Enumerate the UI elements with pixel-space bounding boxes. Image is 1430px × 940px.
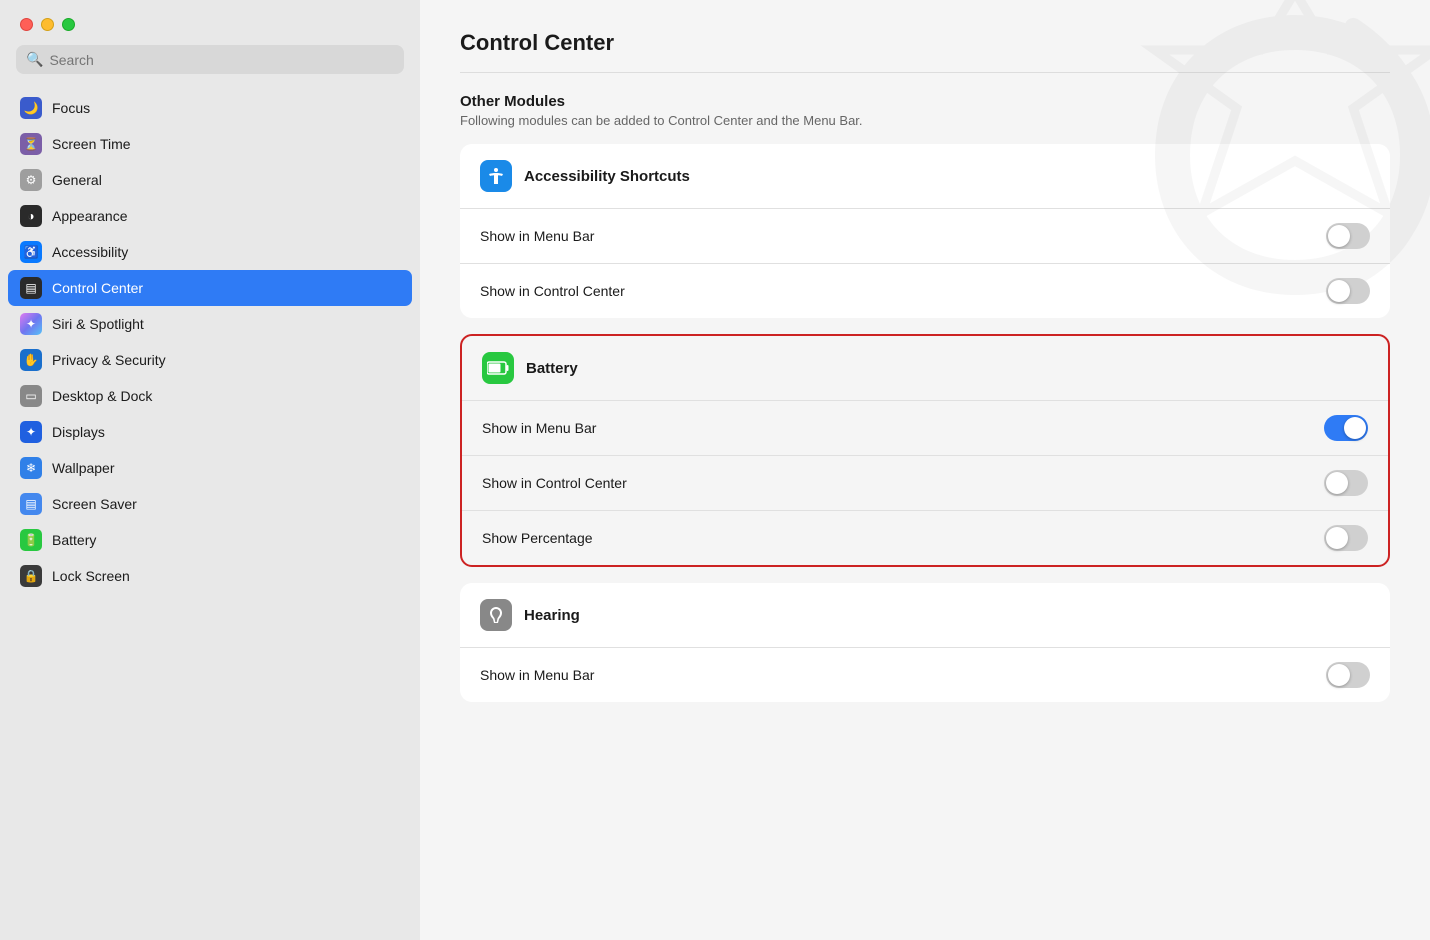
toggle-acc-menu-bar[interactable] (1326, 223, 1370, 249)
page-title: Control Center (460, 30, 1390, 73)
sidebar-item-label-desktop-dock: Desktop & Dock (52, 388, 152, 404)
toggle-bat-menu-bar[interactable] (1324, 415, 1368, 441)
toggle-knob-acc-menu-bar (1328, 225, 1350, 247)
sidebar-item-label-privacy-security: Privacy & Security (52, 352, 166, 368)
sidebar-item-privacy-security[interactable]: ✋ Privacy & Security (8, 342, 412, 378)
other-modules-header: Other Modules Following modules can be a… (460, 93, 1390, 128)
other-modules-title: Other Modules (460, 93, 1390, 110)
sidebar-item-wallpaper[interactable]: ❄ Wallpaper (8, 450, 412, 486)
module-accessibility-shortcuts: Accessibility Shortcuts Show in Menu Bar S… (460, 144, 1390, 318)
module-row-label-acc-menu-bar: Show in Menu Bar (480, 228, 594, 244)
module-row-acc-menu-bar: Show in Menu Bar (460, 208, 1390, 263)
sidebar-item-battery[interactable]: 🔋 Battery (8, 522, 412, 558)
sidebar-item-lock-screen[interactable]: 🔒 Lock Screen (8, 558, 412, 594)
module-row-bat-menu-bar: Show in Menu Bar (462, 400, 1388, 455)
hearing-module-icon (480, 599, 512, 631)
sidebar-item-label-screen-time: Screen Time (52, 136, 131, 152)
accessibility-icon: ♿ (20, 241, 42, 263)
toggle-bat-control-center[interactable] (1324, 470, 1368, 496)
module-title-battery: Battery (526, 360, 578, 377)
module-row-bat-percentage: Show Percentage (462, 510, 1388, 565)
main-content: Control Center Other Modules Following m… (420, 0, 1430, 940)
module-row-label-bat-percentage: Show Percentage (482, 530, 593, 546)
sidebar: 🔍 🌙 Focus ⏳ Screen Time ⚙ General ◑ Appearance ♿… (0, 0, 420, 940)
sidebar-list: 🌙 Focus ⏳ Screen Time ⚙ General ◑ Appearance ♿ Ac… (0, 86, 420, 940)
sidebar-item-appearance[interactable]: ◑ Appearance (8, 198, 412, 234)
toggle-bat-percentage[interactable] (1324, 525, 1368, 551)
toggle-knob-hear-menu-bar (1328, 664, 1350, 686)
toggle-hear-menu-bar[interactable] (1326, 662, 1370, 688)
toggle-acc-control-center[interactable] (1326, 278, 1370, 304)
module-title-accessibility-shortcuts: Accessibility Shortcuts (524, 168, 690, 185)
sidebar-item-label-screen-saver: Screen Saver (52, 496, 137, 512)
search-bar[interactable]: 🔍 (16, 45, 404, 74)
module-row-bat-control-center: Show in Control Center (462, 455, 1388, 510)
module-row-label-bat-control-center: Show in Control Center (482, 475, 627, 491)
sidebar-item-label-siri-spotlight: Siri & Spotlight (52, 316, 144, 332)
sidebar-item-control-center[interactable]: ▤ Control Center (8, 270, 412, 306)
sidebar-item-label-control-center: Control Center (52, 280, 143, 296)
sidebar-item-label-lock-screen: Lock Screen (52, 568, 130, 584)
battery-icon: 🔋 (20, 529, 42, 551)
maximize-button[interactable] (62, 18, 75, 31)
sidebar-item-label-displays: Displays (52, 424, 105, 440)
sidebar-item-label-focus: Focus (52, 100, 90, 116)
sidebar-item-screen-saver[interactable]: ▤ Screen Saver (8, 486, 412, 522)
control-center-icon: ▤ (20, 277, 42, 299)
minimize-button[interactable] (41, 18, 54, 31)
module-title-hearing: Hearing (524, 607, 580, 624)
search-input[interactable] (49, 52, 394, 68)
sidebar-item-focus[interactable]: 🌙 Focus (8, 90, 412, 126)
battery-module-icon (482, 352, 514, 384)
screen-saver-icon: ▤ (20, 493, 42, 515)
module-row-acc-control-center: Show in Control Center (460, 263, 1390, 318)
module-row-label-bat-menu-bar: Show in Menu Bar (482, 420, 596, 436)
sidebar-item-label-appearance: Appearance (52, 208, 128, 224)
modules-container: Accessibility Shortcuts Show in Menu Bar S… (460, 144, 1390, 702)
lock-screen-icon: 🔒 (20, 565, 42, 587)
window-controls (0, 0, 420, 45)
screen-time-icon: ⏳ (20, 133, 42, 155)
sidebar-item-siri-spotlight[interactable]: ✦ Siri & Spotlight (8, 306, 412, 342)
toggle-knob-bat-control-center (1326, 472, 1348, 494)
sidebar-item-label-wallpaper: Wallpaper (52, 460, 115, 476)
privacy-security-icon: ✋ (20, 349, 42, 371)
accessibility-shortcuts-module-icon (480, 160, 512, 192)
module-row-label-acc-control-center: Show in Control Center (480, 283, 625, 299)
module-row-hear-menu-bar: Show in Menu Bar (460, 647, 1390, 702)
appearance-icon: ◑ (20, 205, 42, 227)
module-header-battery: Battery (462, 336, 1388, 400)
close-button[interactable] (20, 18, 33, 31)
sidebar-item-label-battery: Battery (52, 532, 96, 548)
sidebar-item-accessibility[interactable]: ♿ Accessibility (8, 234, 412, 270)
sidebar-item-desktop-dock[interactable]: ▭ Desktop & Dock (8, 378, 412, 414)
module-hearing: Hearing Show in Menu Bar (460, 583, 1390, 702)
siri-spotlight-icon: ✦ (20, 313, 42, 335)
desktop-dock-icon: ▭ (20, 385, 42, 407)
module-row-label-hear-menu-bar: Show in Menu Bar (480, 667, 594, 683)
focus-icon: 🌙 (20, 97, 42, 119)
other-modules-subtitle: Following modules can be added to Contro… (460, 113, 1390, 128)
displays-icon: ✦ (20, 421, 42, 443)
sidebar-item-label-accessibility: Accessibility (52, 244, 128, 260)
sidebar-item-screen-time[interactable]: ⏳ Screen Time (8, 126, 412, 162)
sidebar-item-general[interactable]: ⚙ General (8, 162, 412, 198)
module-header-accessibility-shortcuts: Accessibility Shortcuts (460, 144, 1390, 208)
module-header-hearing: Hearing (460, 583, 1390, 647)
sidebar-item-displays[interactable]: ✦ Displays (8, 414, 412, 450)
toggle-knob-acc-control-center (1328, 280, 1350, 302)
general-icon: ⚙ (20, 169, 42, 191)
toggle-knob-bat-menu-bar (1344, 417, 1366, 439)
toggle-knob-bat-percentage (1326, 527, 1348, 549)
search-icon: 🔍 (26, 51, 43, 68)
module-battery: Battery Show in Menu Bar Show in Control C… (460, 334, 1390, 567)
wallpaper-icon: ❄ (20, 457, 42, 479)
sidebar-item-label-general: General (52, 172, 102, 188)
